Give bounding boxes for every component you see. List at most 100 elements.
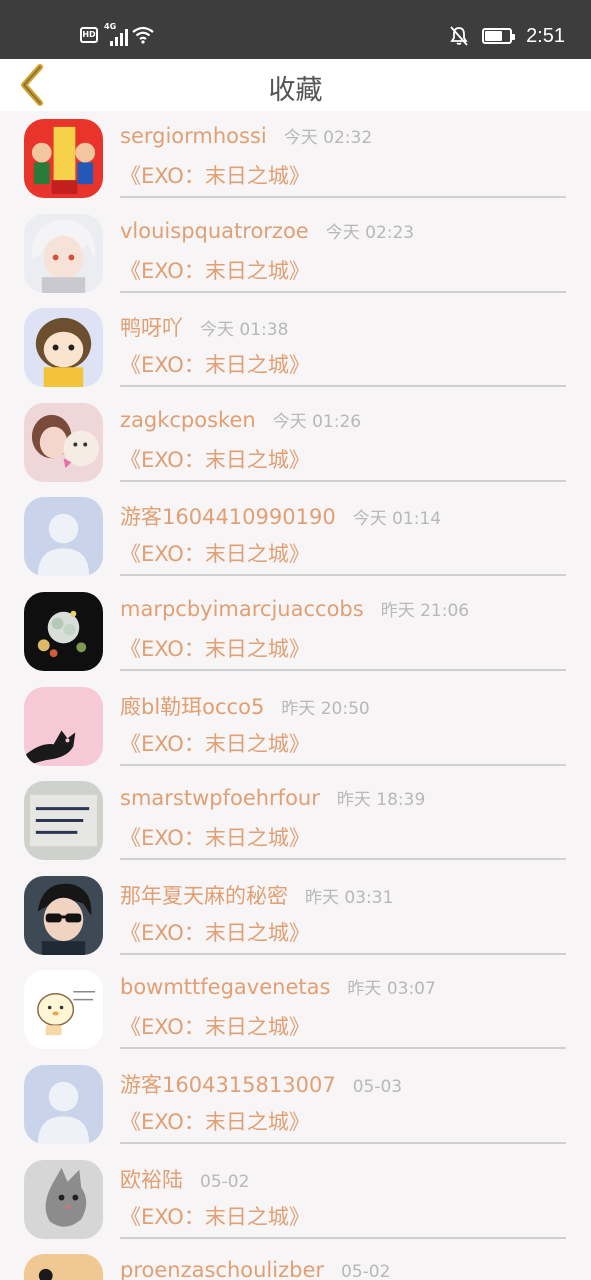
user-name[interactable]: 欧裕陆 <box>120 1164 183 1194</box>
girl-with-dog-avatar[interactable] <box>24 402 103 482</box>
default-user-avatar[interactable] <box>24 1064 103 1144</box>
name-row: 游客1604315813007 05-03 <box>120 1069 571 1101</box>
book-title-link[interactable]: 《EXO：末日之城》 <box>120 822 310 852</box>
nav-header: 收藏 <box>0 59 591 111</box>
list-item[interactable]: 欧裕陆 05-02 《EXO：末日之城》 <box>0 1152 591 1247</box>
book-title-link[interactable]: 《EXO：末日之城》 <box>120 160 310 190</box>
list-item[interactable]: 廄bl勒珥occo5 昨天 20:50 《EXO：末日之城》 <box>0 679 591 774</box>
name-row: zagkcposken 今天 01:26 <box>120 407 571 439</box>
cartoon-girl-avatar[interactable] <box>24 308 103 388</box>
user-name[interactable]: smarstwpfoehrfour <box>120 786 320 810</box>
list-item[interactable]: 游客1604315813007 05-03 《EXO：末日之城》 <box>0 1057 591 1152</box>
handwriting-note-avatar[interactable] <box>24 781 103 861</box>
name-row: 鸭呀吖 今天 01:38 <box>120 312 571 344</box>
user-name[interactable]: bowmttfegavenetas <box>120 975 330 999</box>
book-title-link[interactable]: 《EXO：末日之城》 <box>120 349 310 379</box>
status-left-icons: HD 4G <box>80 22 154 48</box>
timestamp: 今天 02:23 <box>325 222 415 243</box>
timestamp: 05-02 <box>200 1171 250 1192</box>
default-user-avatar[interactable] <box>24 497 103 577</box>
timestamp: 05-03 <box>352 1076 403 1097</box>
book-title-link[interactable]: 《EXO：末日之城》 <box>120 444 310 474</box>
user-name[interactable]: proenzaschoulizber <box>120 1258 324 1280</box>
divider <box>120 952 566 955</box>
book-title-link[interactable]: 《EXO：末日之城》 <box>120 1011 310 1041</box>
battery-icon <box>482 28 516 44</box>
name-row: 欧裕陆 05-02 <box>120 1164 571 1196</box>
favorites-list: sergiormhossi 今天 02:32 《EXO：末日之城》 vlouispq… <box>0 111 591 1280</box>
user-name[interactable]: 廄bl勒珥occo5 <box>120 691 264 721</box>
name-row: smarstwpfoehrfour 昨天 18:39 <box>120 785 571 817</box>
flower-jewelry-avatar[interactable] <box>24 591 103 671</box>
notifications-off-icon <box>450 26 468 46</box>
hd-icon: HD <box>80 27 98 43</box>
timestamp: 今天 02:32 <box>283 128 373 148</box>
battery-level <box>485 31 502 41</box>
timestamp: 昨天 03:07 <box>347 979 436 1000</box>
divider <box>120 479 566 482</box>
page-title: 收藏 <box>268 75 323 106</box>
divider <box>120 290 566 293</box>
user-name[interactable]: 鸭呀吖 <box>120 312 183 342</box>
name-row: 廄bl勒珥occo5 昨天 20:50 <box>120 691 571 723</box>
name-row: sergiormhossi 今天 02:32 <box>120 123 571 155</box>
new-year-avatar[interactable] <box>24 119 103 198</box>
divider <box>120 385 566 388</box>
timestamp: 今天 01:14 <box>352 509 442 530</box>
list-item[interactable]: sergiormhossi 今天 02:32 《EXO：末日之城》 <box>0 111 591 206</box>
divider <box>120 1141 566 1144</box>
divider <box>120 1047 566 1050</box>
name-row: 那年夏天麻的秘密 昨天 03:31 <box>120 880 571 912</box>
user-name[interactable]: 游客1604315813007 <box>120 1069 336 1099</box>
name-row: 游客1604410990190 今天 01:14 <box>120 501 571 533</box>
user-name[interactable]: marpcbyimarcjuaccobs <box>120 597 364 621</box>
list-item[interactable]: bowmttfegavenetas 昨天 03:07 《EXO：末日之城》 <box>0 962 591 1057</box>
status-right-icons: 2:51 <box>450 22 565 50</box>
name-row: marpcbyimarcjuaccobs 昨天 21:06 <box>120 596 571 628</box>
divider <box>120 858 566 861</box>
book-title-link[interactable]: 《EXO：末日之城》 <box>120 633 310 663</box>
name-row: vlouispquatrorzoe 今天 02:23 <box>120 218 571 250</box>
divider <box>120 668 566 671</box>
list-item[interactable]: 鸭呀吖 今天 01:38 《EXO：末日之城》 <box>0 300 591 395</box>
cute-chick-avatar[interactable] <box>24 970 103 1050</box>
timestamp: 昨天 03:31 <box>305 887 394 908</box>
gray-kitten-avatar[interactable] <box>24 1159 103 1239</box>
list-item[interactable]: marpcbyimarcjuaccobs 昨天 21:06 《EXO：末日之城》 <box>0 584 591 679</box>
list-item[interactable]: 游客1604410990190 今天 01:14 《EXO：末日之城》 <box>0 489 591 584</box>
timestamp: 今天 01:38 <box>200 320 289 341</box>
user-name[interactable]: 游客1604410990190 <box>120 501 336 531</box>
book-title-link[interactable]: 《EXO：末日之城》 <box>120 1106 310 1136</box>
timestamp: 今天 01:26 <box>272 411 362 432</box>
wifi-icon <box>132 26 154 44</box>
list-item[interactable]: smarstwpfoehrfour 昨天 18:39 《EXO：末日之城》 <box>0 773 591 868</box>
user-name[interactable]: vlouispquatrorzoe <box>120 219 309 243</box>
cellular-signal-icon: 4G <box>102 22 128 46</box>
book-title-link[interactable]: 《EXO：末日之城》 <box>120 728 310 758</box>
book-title-link[interactable]: 《EXO：末日之城》 <box>120 917 310 947</box>
name-row: bowmttfegavenetas 昨天 03:07 <box>120 974 571 1006</box>
black-cat-avatar[interactable] <box>24 686 103 766</box>
timestamp: 昨天 21:06 <box>380 600 470 621</box>
divider <box>120 1236 566 1239</box>
list-item[interactable]: proenzaschoulizber05-02《EXO：末日之城》 <box>0 1246 591 1280</box>
user-name[interactable]: zagkcposken <box>120 408 256 432</box>
name-row: proenzaschoulizber 05-02 <box>120 1258 571 1280</box>
book-title-link[interactable]: 《EXO：末日之城》 <box>120 255 310 285</box>
timestamp: 昨天 20:50 <box>281 698 370 719</box>
status-time: 2:51 <box>526 24 565 47</box>
user-name[interactable]: 那年夏天麻的秘密 <box>120 880 288 910</box>
timestamp: 昨天 18:39 <box>336 790 426 811</box>
user-name[interactable]: sergiormhossi <box>120 124 267 148</box>
sunglasses-man-avatar[interactable] <box>24 875 103 955</box>
divider <box>120 196 566 198</box>
anime-white-hair-avatar[interactable] <box>24 213 103 293</box>
book-title-link[interactable]: 《EXO：末日之城》 <box>120 538 310 568</box>
sunset-silhouette-avatar[interactable] <box>24 1254 103 1280</box>
book-title-link[interactable]: 《EXO：末日之城》 <box>120 1201 310 1231</box>
status-bar: HD 4G 2:51 <box>0 0 591 59</box>
list-item[interactable]: vlouispquatrorzoe 今天 02:23 《EXO：末日之城》 <box>0 206 591 301</box>
list-item[interactable]: zagkcposken 今天 01:26 《EXO：末日之城》 <box>0 395 591 490</box>
divider <box>120 574 566 577</box>
list-item[interactable]: 那年夏天麻的秘密 昨天 03:31 《EXO：末日之城》 <box>0 868 591 963</box>
